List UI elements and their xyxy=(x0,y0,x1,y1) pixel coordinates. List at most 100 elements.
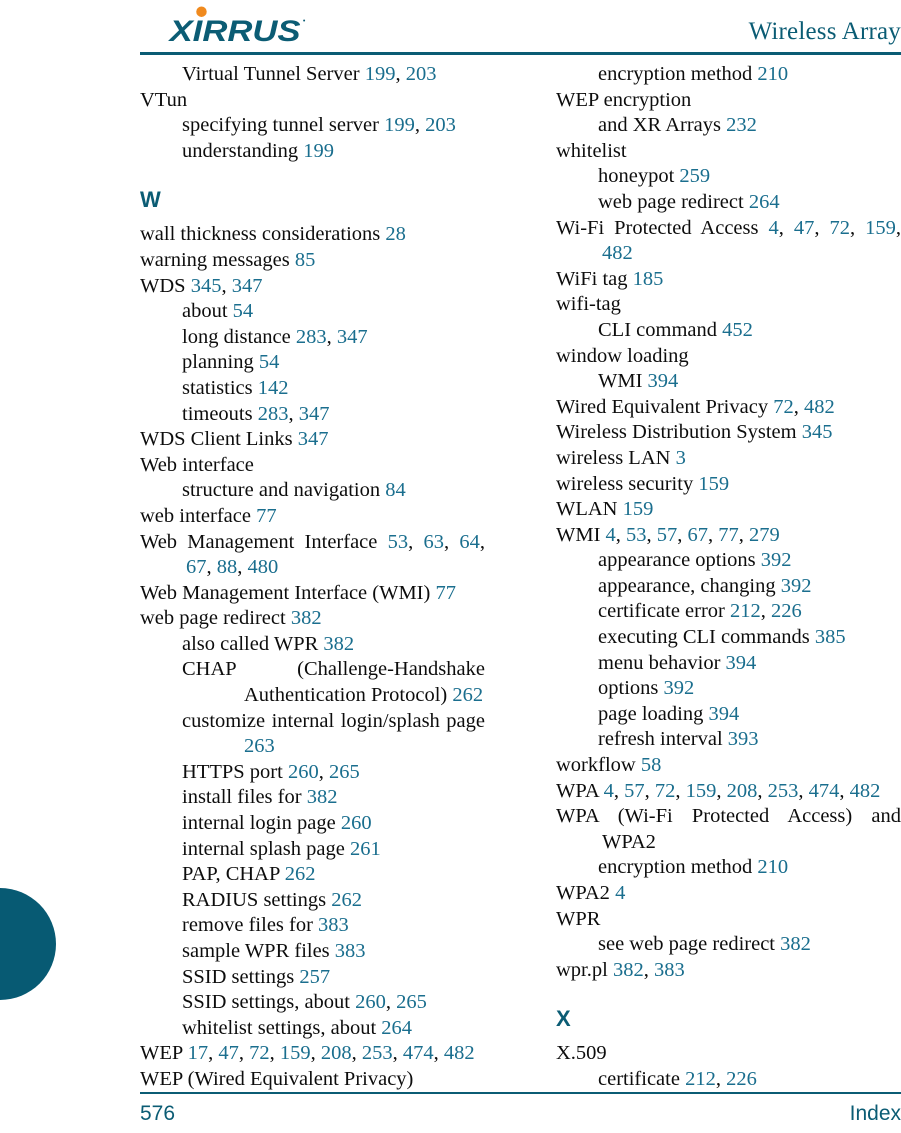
index-page-ref[interactable]: 72 xyxy=(773,396,794,418)
index-page-ref[interactable]: 482 xyxy=(804,396,835,418)
index-page-ref[interactable]: 260 xyxy=(355,991,386,1013)
index-page-ref[interactable]: 208 xyxy=(727,780,758,802)
index-page-ref[interactable]: 482 xyxy=(850,780,881,802)
index-page-ref[interactable]: 84 xyxy=(385,479,406,501)
index-page-ref[interactable]: 253 xyxy=(362,1042,393,1064)
index-page-ref[interactable]: 385 xyxy=(815,626,846,648)
index-page-ref[interactable]: 347 xyxy=(298,428,329,450)
index-page-ref[interactable]: 347 xyxy=(299,403,330,425)
index-page-ref[interactable]: 203 xyxy=(425,114,456,136)
index-page-ref[interactable]: 260 xyxy=(341,812,372,834)
index-page-ref[interactable]: 3 xyxy=(676,447,686,469)
index-page-ref[interactable]: 232 xyxy=(726,114,757,136)
index-page-ref[interactable]: 253 xyxy=(768,780,799,802)
index-page-ref[interactable]: 392 xyxy=(664,677,695,699)
index-page-ref[interactable]: 382 xyxy=(291,607,322,629)
index-page-ref[interactable]: 482 xyxy=(602,242,633,264)
index-page-ref[interactable]: 28 xyxy=(385,223,406,245)
index-page-ref[interactable]: 67 xyxy=(186,556,207,578)
index-page-ref[interactable]: 54 xyxy=(233,300,254,322)
index-page-ref[interactable]: 394 xyxy=(708,703,739,725)
index-page-ref[interactable]: 382 xyxy=(323,633,354,655)
index-page-ref[interactable]: 64 xyxy=(459,531,480,553)
index-page-ref[interactable]: 261 xyxy=(350,838,381,860)
index-page-ref[interactable]: 67 xyxy=(688,524,709,546)
index-page-ref[interactable]: 283 xyxy=(258,403,289,425)
index-page-ref[interactable]: 259 xyxy=(679,165,710,187)
index-page-ref[interactable]: 482 xyxy=(444,1042,475,1064)
index-page-ref[interactable]: 210 xyxy=(757,856,788,878)
index-page-ref[interactable]: 159 xyxy=(698,473,729,495)
index-page-ref[interactable]: 159 xyxy=(865,217,896,239)
index-page-ref[interactable]: 393 xyxy=(728,728,759,750)
index-page-ref[interactable]: 58 xyxy=(641,754,662,776)
index-page-ref[interactable]: 47 xyxy=(794,217,815,239)
index-page-ref[interactable]: 394 xyxy=(648,370,679,392)
index-page-ref[interactable]: 382 xyxy=(613,959,644,981)
index-page-ref[interactable]: 72 xyxy=(830,217,851,239)
index-page-ref[interactable]: 226 xyxy=(726,1068,757,1090)
index-page-ref[interactable]: 54 xyxy=(259,351,280,373)
index-page-ref[interactable]: 382 xyxy=(780,933,811,955)
index-page-ref[interactable]: 452 xyxy=(722,319,753,341)
index-page-ref[interactable]: 63 xyxy=(424,531,445,553)
index-page-ref[interactable]: 53 xyxy=(388,531,409,553)
index-page-ref[interactable]: 53 xyxy=(626,524,647,546)
index-page-ref[interactable]: 226 xyxy=(771,600,802,622)
index-page-ref[interactable]: 480 xyxy=(248,556,279,578)
index-page-ref[interactable]: 345 xyxy=(802,421,833,443)
index-page-ref[interactable]: 383 xyxy=(318,914,349,936)
index-page-ref[interactable]: 208 xyxy=(321,1042,352,1064)
index-page-ref[interactable]: 265 xyxy=(396,991,427,1013)
index-page-ref[interactable]: 262 xyxy=(452,684,483,706)
index-page-ref[interactable]: 347 xyxy=(232,275,263,297)
index-page-ref[interactable]: 199 xyxy=(384,114,415,136)
index-page-ref[interactable]: 88 xyxy=(217,556,238,578)
index-page-ref[interactable]: 185 xyxy=(633,268,664,290)
index-page-ref[interactable]: 142 xyxy=(258,377,289,399)
index-page-ref[interactable]: 347 xyxy=(337,326,368,348)
index-page-ref[interactable]: 77 xyxy=(256,505,277,527)
index-page-ref[interactable]: 159 xyxy=(623,498,654,520)
index-page-ref[interactable]: 4 xyxy=(769,217,779,239)
index-page-ref[interactable]: 392 xyxy=(761,549,792,571)
index-page-ref[interactable]: 159 xyxy=(686,780,717,802)
index-page-ref[interactable]: 345 xyxy=(191,275,222,297)
index-page-ref[interactable]: 85 xyxy=(295,249,316,271)
index-page-ref[interactable]: 17 xyxy=(188,1042,209,1064)
index-page-ref[interactable]: 4 xyxy=(606,524,616,546)
index-page-ref[interactable]: 260 xyxy=(288,761,319,783)
index-page-ref[interactable]: 394 xyxy=(726,652,757,674)
index-page-ref[interactable]: 474 xyxy=(403,1042,434,1064)
index-page-ref[interactable]: 57 xyxy=(624,780,645,802)
index-page-ref[interactable]: 212 xyxy=(730,600,761,622)
index-page-ref[interactable]: 262 xyxy=(285,863,316,885)
index-page-ref[interactable]: 279 xyxy=(749,524,780,546)
index-page-ref[interactable]: 262 xyxy=(331,889,362,911)
index-page-ref[interactable]: 57 xyxy=(657,524,678,546)
index-page-ref[interactable]: 263 xyxy=(244,735,275,757)
index-page-ref[interactable]: 199 xyxy=(303,140,334,162)
index-page-ref[interactable]: 392 xyxy=(781,575,812,597)
index-page-ref[interactable]: 382 xyxy=(307,786,338,808)
index-page-ref[interactable]: 159 xyxy=(280,1042,311,1064)
index-page-ref[interactable]: 199 xyxy=(365,63,396,85)
index-page-ref[interactable]: 72 xyxy=(249,1042,270,1064)
index-page-ref[interactable]: 47 xyxy=(218,1042,239,1064)
index-page-ref[interactable]: 77 xyxy=(435,582,456,604)
index-page-ref[interactable]: 72 xyxy=(655,780,676,802)
index-page-ref[interactable]: 383 xyxy=(654,959,685,981)
index-page-ref[interactable]: 264 xyxy=(381,1017,412,1039)
index-page-ref[interactable]: 264 xyxy=(749,191,780,213)
index-page-ref[interactable]: 4 xyxy=(604,780,614,802)
index-page-ref[interactable]: 212 xyxy=(685,1068,716,1090)
index-page-ref[interactable]: 203 xyxy=(406,63,437,85)
index-page-ref[interactable]: 257 xyxy=(299,966,330,988)
index-page-ref[interactable]: 77 xyxy=(718,524,739,546)
index-page-ref[interactable]: 4 xyxy=(615,882,625,904)
index-page-ref[interactable]: 383 xyxy=(335,940,366,962)
index-page-ref[interactable]: 210 xyxy=(757,63,788,85)
index-page-ref[interactable]: 283 xyxy=(296,326,327,348)
index-page-ref[interactable]: 265 xyxy=(329,761,360,783)
index-page-ref[interactable]: 474 xyxy=(809,780,840,802)
